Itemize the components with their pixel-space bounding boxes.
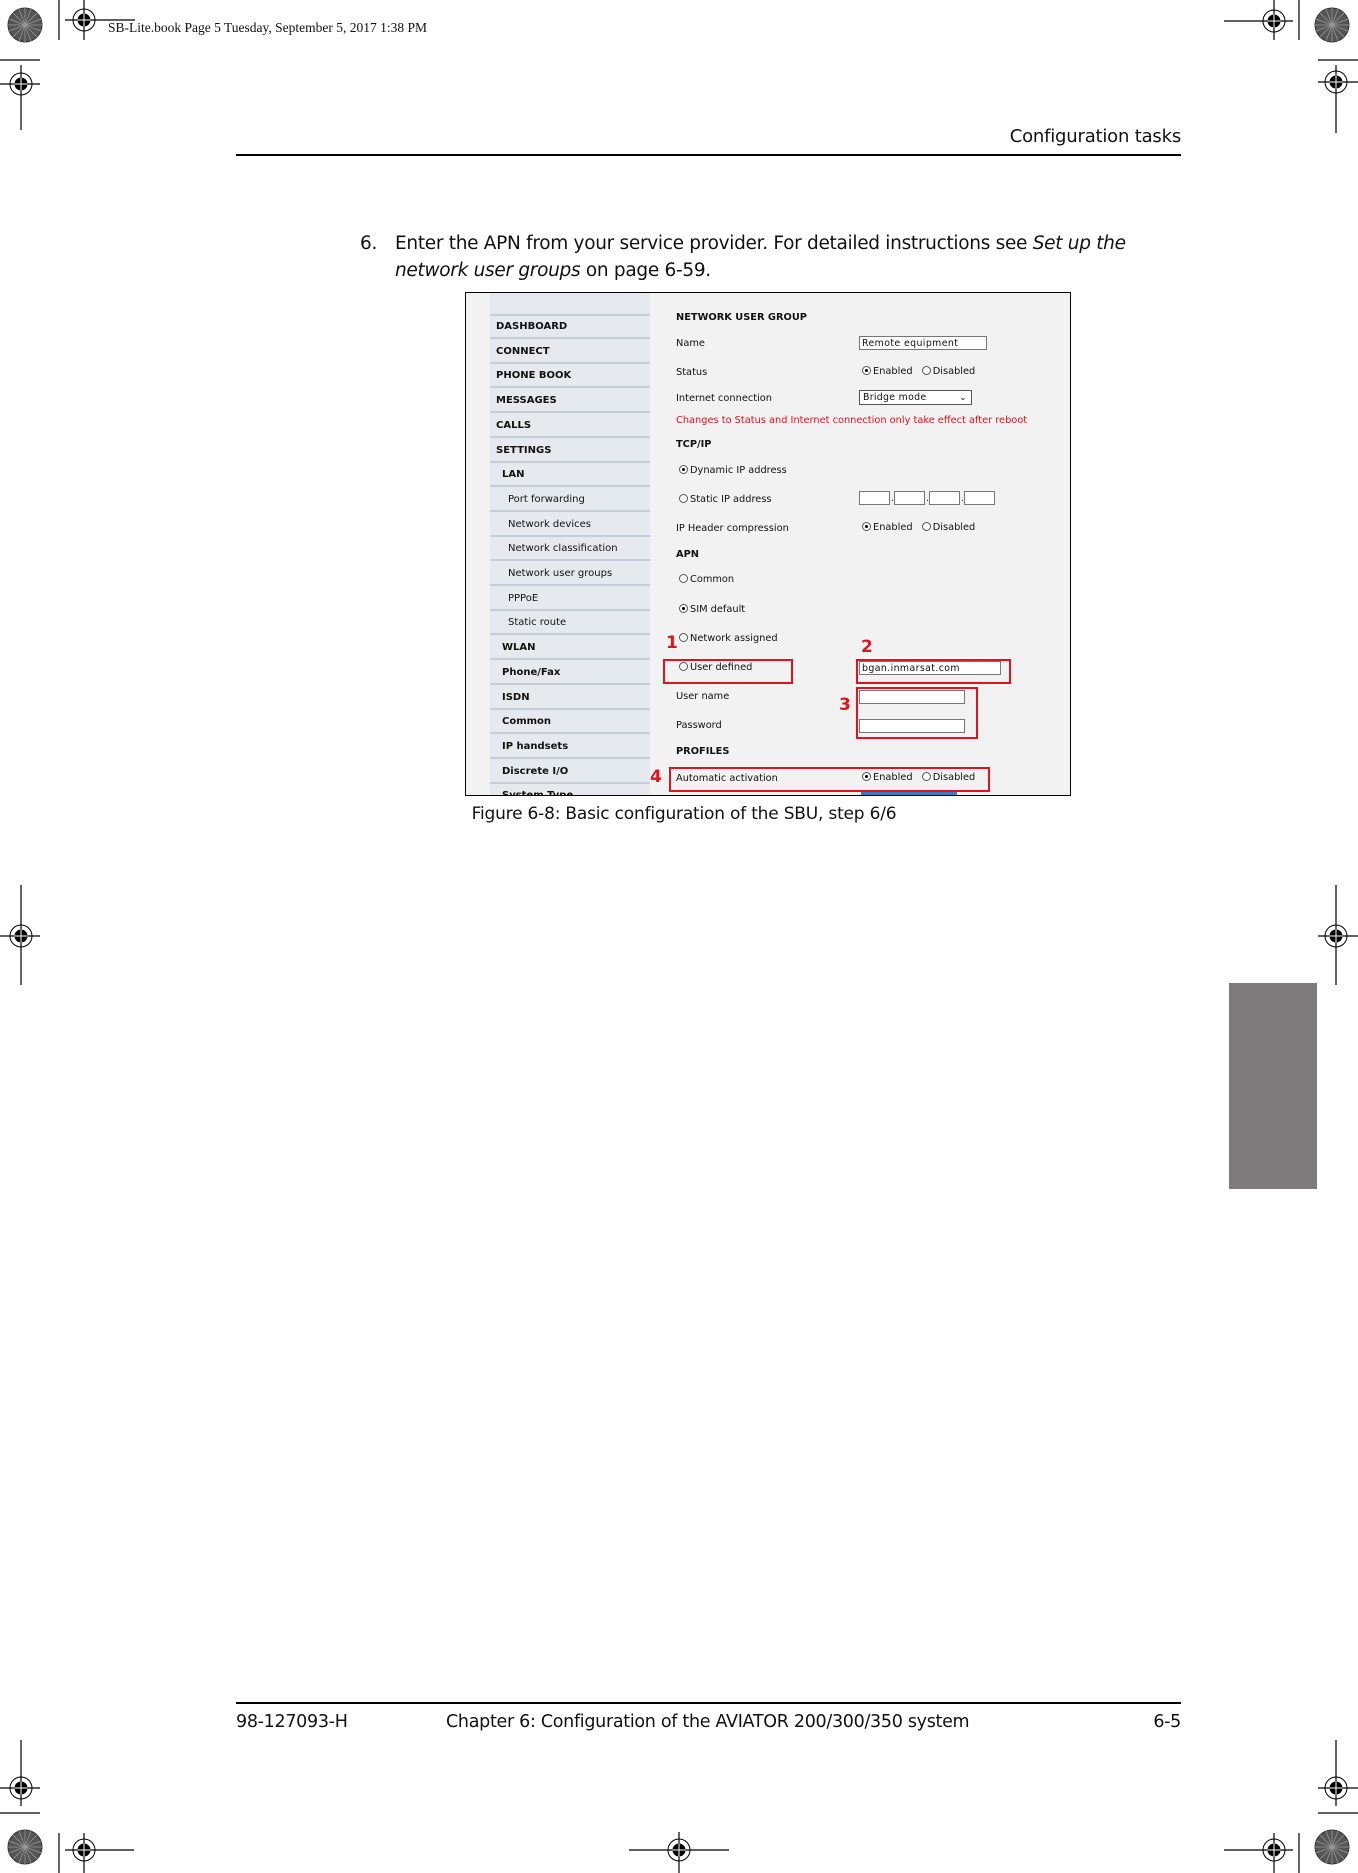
sidebar-item-network-devices[interactable]: Network devices xyxy=(490,513,650,537)
dynamic-ip-label: Dynamic IP address xyxy=(690,465,787,476)
step-link-italic[interactable]: Set up the xyxy=(1033,233,1126,254)
name-input[interactable]: Remote equipment xyxy=(859,336,987,350)
apn-network-assigned-radio[interactable] xyxy=(679,633,688,642)
sidebar-item-network-classification[interactable]: Network classification xyxy=(490,537,650,562)
apn-common-label: Common xyxy=(690,574,735,585)
callout-number-2: 2 xyxy=(861,637,873,657)
name-label: Name xyxy=(676,338,705,349)
ip-header-disabled-label: Disabled xyxy=(932,522,976,533)
sidebar-item-common[interactable]: Common xyxy=(490,710,650,735)
figure-caption: Figure 6-8: Basic configuration of the S… xyxy=(0,804,1358,824)
static-ip-octet-1[interactable] xyxy=(859,491,890,505)
bottom-button-edge[interactable] xyxy=(861,792,957,795)
apn-network-assigned-label: Network assigned xyxy=(690,633,778,644)
sidebar-item-ip-handsets[interactable]: IP handsets xyxy=(490,735,650,759)
footer-page-number: 6-5 xyxy=(1153,1712,1181,1732)
footer-doc-number: 98-127093-H xyxy=(236,1712,348,1732)
sidebar-item-pppoe[interactable]: PPPoE xyxy=(490,587,650,611)
status-enabled-radio[interactable] xyxy=(862,366,871,375)
reboot-warning: Changes to Status and Internet connectio… xyxy=(676,415,1028,426)
header-rule xyxy=(236,154,1181,156)
status-disabled-label: Disabled xyxy=(932,366,976,377)
callout-box-4 xyxy=(669,767,990,792)
callout-box-1 xyxy=(663,659,793,684)
static-ip-radio[interactable] xyxy=(679,494,688,503)
ip-header-compression-label: IP Header compression xyxy=(676,523,789,534)
sidebar-item-static-route[interactable]: Static route xyxy=(490,611,650,636)
internet-connection-select[interactable]: Bridge mode ⌄ xyxy=(859,390,972,405)
sidebar-item-isdn[interactable]: ISDN xyxy=(490,686,650,710)
dynamic-ip-option: Dynamic IP address xyxy=(679,465,787,476)
ip-header-enabled-radio[interactable] xyxy=(862,522,871,531)
static-ip-octet-3[interactable] xyxy=(929,491,960,505)
sun-mark-icon xyxy=(7,7,43,43)
chapter-thumb-tab xyxy=(1229,983,1317,1189)
apn-common-option: Common xyxy=(679,574,734,585)
figure-caption-text: Figure 6-8: Basic configuration of the S… xyxy=(471,804,897,824)
callout-number-3: 3 xyxy=(839,695,851,715)
apn-heading: APN xyxy=(676,549,699,560)
sidebar-item-system-type[interactable]: System Type xyxy=(490,784,650,795)
apn-common-radio[interactable] xyxy=(679,574,688,583)
ip-header-enabled-label: Enabled xyxy=(873,522,913,533)
username-label: User name xyxy=(676,691,730,702)
dynamic-ip-radio[interactable] xyxy=(679,465,688,474)
callout-box-2 xyxy=(856,659,1011,684)
step-link-italic-2[interactable]: network user groups xyxy=(395,260,581,281)
status-disabled-radio[interactable] xyxy=(921,366,931,375)
sidebar-item-discrete-i-o[interactable]: Discrete I/O xyxy=(490,760,650,784)
step-text: Enter the APN from your service provider… xyxy=(395,230,1175,284)
sidebar-spacer xyxy=(490,293,650,316)
footer-chapter: Chapter 6: Configuration of the AVIATOR … xyxy=(446,1712,970,1732)
profiles-heading: PROFILES xyxy=(676,746,730,757)
sidebar-item-network-user-groups[interactable]: Network user groups xyxy=(490,562,650,586)
sidebar-item-wlan[interactable]: WLAN xyxy=(490,636,650,661)
apn-network-assigned-option: Network assigned xyxy=(679,633,778,644)
ip-header-disabled-radio[interactable] xyxy=(921,522,931,531)
internet-connection-value: Bridge mode xyxy=(863,392,927,403)
sidebar-item-dashboard[interactable]: DASHBOARD xyxy=(490,315,650,339)
static-ip-octet-4[interactable] xyxy=(964,491,995,505)
step-number: 6. xyxy=(360,233,378,254)
figure-screenshot: DASHBOARD CONNECT PHONE BOOK MESSAGES CALLS S… xyxy=(465,292,1071,796)
step-text-before: Enter the APN from your service provider… xyxy=(395,233,1033,254)
static-ip-option: Static IP address xyxy=(679,494,772,505)
callout-number-1: 1 xyxy=(666,633,678,653)
sidebar-item-port-forwarding[interactable]: Port forwarding xyxy=(490,488,650,512)
print-slug: SB-Lite.book Page 5 Tuesday, September 5… xyxy=(108,20,427,35)
sidebar-item-calls[interactable]: CALLS xyxy=(490,414,650,438)
password-label: Password xyxy=(676,720,722,731)
sidebar-item-settings[interactable]: SETTINGS xyxy=(490,439,650,463)
internet-connection-label: Internet connection xyxy=(676,393,772,404)
apn-sim-default-radio[interactable] xyxy=(679,604,688,613)
sidebar-item-lan[interactable]: LAN xyxy=(490,463,650,488)
callout-box-3 xyxy=(856,687,978,739)
sidebar-item-phone-fax[interactable]: Phone/Fax xyxy=(490,661,650,685)
static-ip-label: Static IP address xyxy=(690,494,772,505)
sidebar-item-connect[interactable]: CONNECT xyxy=(490,340,650,364)
section-title: Configuration tasks xyxy=(1009,126,1181,147)
step-text-after: on page 6-59. xyxy=(580,260,711,281)
status-enabled-label: Enabled xyxy=(873,366,913,377)
sidebar-item-phone-book[interactable]: PHONE BOOK xyxy=(490,364,650,389)
static-ip-octet-2[interactable] xyxy=(894,491,925,505)
sidebar-item-messages[interactable]: MESSAGES xyxy=(490,389,650,414)
chevron-down-icon: ⌄ xyxy=(959,393,967,403)
callout-number-4: 4 xyxy=(650,767,662,787)
apn-sim-default-label: SIM default xyxy=(690,604,746,615)
status-label: Status xyxy=(676,367,708,378)
sidebar-nav: DASHBOARD CONNECT PHONE BOOK MESSAGES CALLS S… xyxy=(490,293,650,795)
form-title: NETWORK USER GROUP xyxy=(676,312,807,323)
status-radio-group: Enabled Disabled xyxy=(862,366,975,377)
footer-rule xyxy=(236,1702,1181,1704)
apn-sim-default-option: SIM default xyxy=(679,604,745,615)
ip-header-radio-group: Enabled Disabled xyxy=(862,522,975,533)
tcpip-heading: TCP/IP xyxy=(676,439,712,450)
